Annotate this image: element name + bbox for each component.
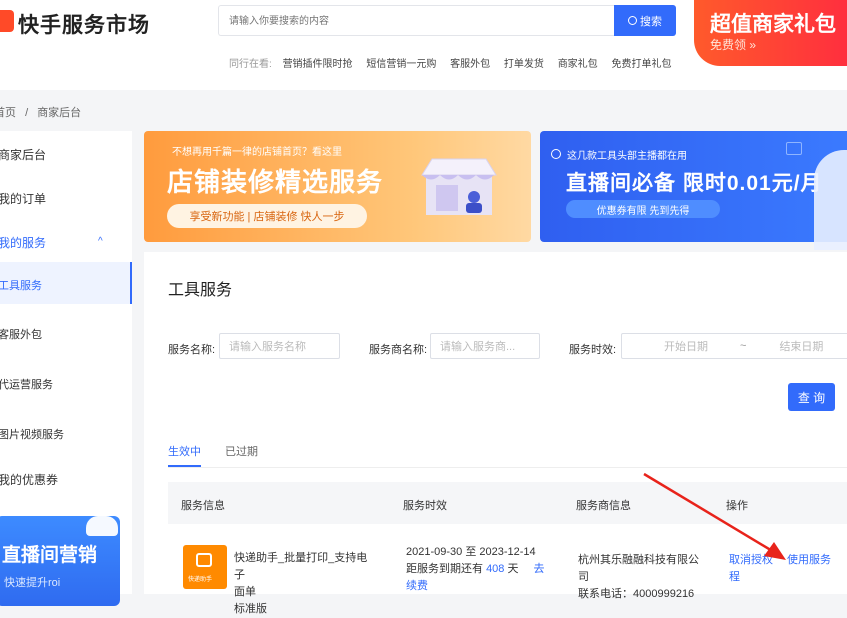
date-range-separator: ~	[740, 340, 747, 352]
search-button[interactable]: 搜索	[614, 5, 676, 36]
tab-expired[interactable]: 已过期	[225, 443, 258, 459]
site-logo-text[interactable]: 快手服务市场	[18, 9, 150, 39]
express-assistant-app-icon[interactable]: 快递助手	[183, 545, 227, 589]
kuaishou-logo-icon[interactable]	[0, 10, 14, 32]
breadcrumb-home[interactable]: 首页	[0, 107, 16, 119]
side-banner-subtitle: 快速提升roi	[4, 577, 61, 589]
sidebar-active-indicator	[130, 262, 132, 304]
annotation-arrow-icon	[643, 472, 786, 560]
query-button[interactable]: 查 询	[788, 383, 835, 411]
service-name-label: 服务名称:	[168, 344, 216, 356]
banner-pill[interactable]: 优惠券有限 先到先得	[566, 200, 720, 218]
sidebar-item-my-services[interactable]: 我的服务	[0, 234, 130, 251]
phone-illustration	[814, 150, 847, 250]
tab-active[interactable]: 生效中	[168, 443, 201, 459]
banner-title: 店铺装修精选服务	[167, 167, 384, 197]
cloud-icon	[86, 516, 118, 536]
service-name-cell: 快递助手_批量打印_支持电子 面单 标准版	[234, 550, 374, 618]
search-button-label: 搜索	[640, 15, 662, 28]
hot-links: 同行在看: 营销插件限时抢 短信营销一元购 客服外包 打单发货 商家礼包 免费打…	[229, 55, 682, 70]
end-date-input[interactable]: 结束日期	[779, 338, 823, 354]
banner-caption: 这几款工具头部主播都在用	[567, 151, 687, 162]
breadcrumb: 首页 / 商家后台	[0, 104, 81, 120]
remaining-days: 408	[486, 563, 505, 575]
camera-icon	[786, 142, 802, 155]
service-name-line[interactable]: 面单	[234, 584, 374, 601]
sidebar-item-tool-services[interactable]: 工具服务	[0, 277, 130, 293]
sidebar-item-media-service[interactable]: 图片视频服务	[0, 426, 130, 442]
hot-link[interactable]: 打单发货	[504, 59, 544, 70]
hot-link[interactable]: 商家礼包	[558, 59, 598, 70]
renew-link-part[interactable]: 去	[534, 563, 545, 575]
sidebar-item-merchant-backend[interactable]: 商家后台	[0, 146, 130, 163]
search-box	[218, 5, 614, 37]
column-header-service: 服务信息	[181, 500, 225, 512]
breadcrumb-separator: /	[25, 107, 29, 119]
hot-link[interactable]: 客服外包	[450, 59, 490, 70]
banner-pill[interactable]: 享受新功能 | 店铺装修 快人一步	[167, 204, 367, 228]
remaining-suffix: 天	[507, 563, 519, 575]
hot-link[interactable]: 免费打单礼包	[611, 59, 671, 70]
side-banner-title: 直播间营销	[2, 545, 98, 566]
service-period-label: 服务时效:	[569, 344, 617, 356]
search-icon	[628, 16, 637, 25]
banner-caption: 不想再用千篇一律的店铺首页？看这里	[172, 147, 342, 158]
start-date-input[interactable]: 开始日期	[664, 338, 708, 354]
provider-phone: 联系电话：4000999216	[578, 588, 695, 600]
service-period-cell: 2021-09-30 至 2023-12-14 距服务到期还有 408 天 去 …	[406, 544, 545, 595]
remaining-prefix: 距服务到期还有	[406, 563, 483, 575]
promo-title: 超值商家礼包	[710, 13, 836, 36]
date-range-text: 2021-09-30 至 2023-12-14	[406, 546, 536, 558]
app-icon-text: 快递助手	[188, 577, 213, 583]
date-range-picker[interactable]: 开始日期 ~ 结束日期	[621, 333, 847, 359]
renew-link[interactable]: 续费	[406, 578, 545, 595]
tabs-divider	[168, 467, 847, 468]
hot-link[interactable]: 营销插件限时抢	[283, 59, 353, 70]
storefront-illustration-icon	[421, 158, 497, 215]
sidebar-item-customer-service[interactable]: 客服外包	[0, 326, 130, 342]
sidebar-item-operation-service[interactable]: 代运营服务	[0, 376, 130, 392]
column-header-period: 服务时效	[403, 500, 447, 512]
chevron-up-icon[interactable]: ^	[98, 236, 103, 247]
banner-title: 直播间必备 限时0.01元/月	[566, 172, 823, 195]
service-edition: 标准版	[234, 603, 267, 615]
hot-link[interactable]: 短信营销一元购	[366, 59, 436, 70]
provider-name-input[interactable]: 请输入服务商...	[430, 333, 540, 359]
sidebar-item-my-coupons[interactable]: 我的优惠券	[0, 471, 130, 488]
app-logo-icon	[196, 553, 212, 567]
provider-name-label: 服务商名称:	[369, 344, 428, 356]
service-name-line[interactable]: 快递助手_批量打印_支持电子	[234, 550, 374, 584]
sidebar-item-my-orders[interactable]: 我的订单	[0, 190, 130, 207]
page-title: 工具服务	[168, 282, 233, 299]
clock-icon	[551, 149, 561, 159]
active-tab-underline	[168, 465, 201, 467]
service-name-input[interactable]: 请输入服务名称	[219, 333, 340, 359]
hot-links-label: 同行在看:	[229, 59, 272, 70]
breadcrumb-current: 商家后台	[37, 107, 82, 119]
column-header-provider: 服务商信息	[576, 500, 631, 512]
search-input[interactable]	[227, 6, 611, 37]
promo-subtitle: 免费领 »	[710, 38, 757, 52]
